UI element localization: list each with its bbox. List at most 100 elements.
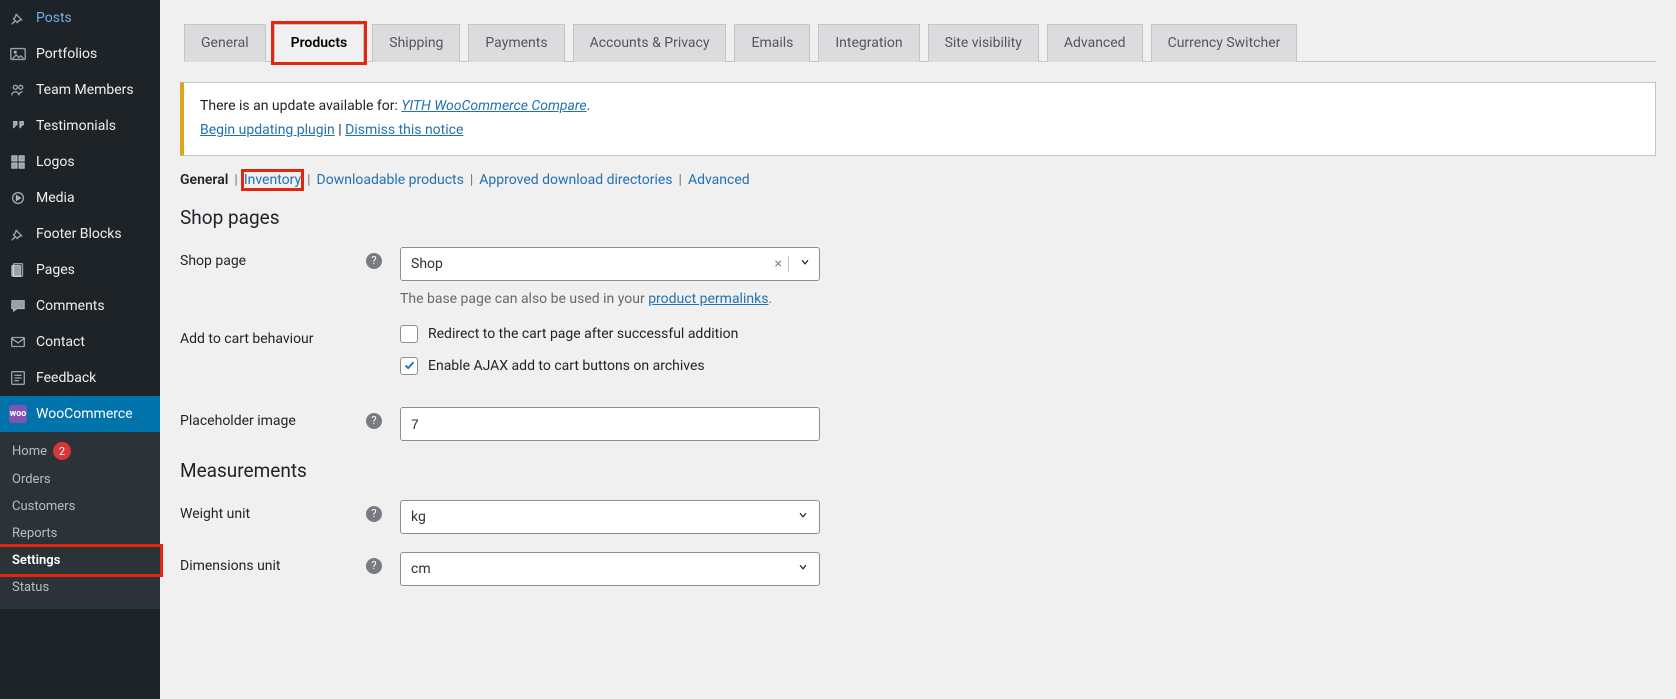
sidebar-item-comments[interactable]: Comments [0,288,160,324]
tab-site-visibility[interactable]: Site visibility [928,24,1039,62]
sidebar-item-feedback[interactable]: Feedback [0,360,160,396]
section-shop-pages: Shop pages [160,188,1676,229]
users-icon [8,80,28,100]
subsection-advanced[interactable]: Advanced [688,172,750,188]
sidebar-submenu: Home 2 Orders Customers Reports Settings… [0,432,160,609]
submenu-home[interactable]: Home 2 [0,436,160,466]
tab-emails[interactable]: Emails [734,24,810,62]
tab-general[interactable]: General [184,24,266,62]
sidebar-label: Posts [36,10,72,26]
settings-tabs-wrap: General Products Shipping Payments Accou… [160,0,1676,62]
sidebar-item-contact[interactable]: Contact [0,324,160,360]
admin-sidebar: Posts Portfolios Team Members Testimonia… [0,0,160,699]
submenu-label: Customers [12,499,75,514]
checkbox-ajax[interactable] [400,357,418,375]
select-value: Shop [411,256,769,272]
label-weight-unit: Weight unit ? [180,500,400,522]
label-text: Weight unit [180,506,250,522]
label-text: Shop page [180,253,246,269]
sidebar-label: Logos [36,154,75,170]
submenu-label: Settings [12,553,60,568]
notice-begin-link[interactable]: Begin updating plugin [200,122,335,138]
tab-products[interactable]: Products [274,24,365,62]
tab-label: Products [291,35,348,51]
notice-dismiss-link[interactable]: Dismiss this notice [345,122,463,138]
shop-page-select[interactable]: Shop × [400,247,820,281]
help-icon[interactable]: ? [366,506,382,522]
tab-accounts-privacy[interactable]: Accounts & Privacy [573,24,727,62]
weight-unit-select[interactable]: kg [400,500,820,534]
submenu-customers[interactable]: Customers [0,493,160,520]
clear-icon[interactable]: × [769,256,788,272]
sidebar-label: Footer Blocks [36,226,122,242]
help-icon[interactable]: ? [366,253,382,269]
submenu-settings[interactable]: Settings [0,547,160,574]
form-icon [8,368,28,388]
subsection-general[interactable]: General [180,172,228,188]
quote-icon [8,116,28,136]
row-add-to-cart: Add to cart behaviour Redirect to the ca… [160,307,1676,389]
label-placeholder-image: Placeholder image ? [180,407,400,429]
submenu-reports[interactable]: Reports [0,520,160,547]
subsection-inventory[interactable]: Inventory [244,172,301,188]
dimensions-unit-select[interactable]: cm [400,552,820,586]
row-placeholder-image: Placeholder image ? [160,389,1676,441]
sidebar-label: Feedback [36,370,96,386]
submenu-label: Orders [12,472,51,487]
label-text: Dimensions unit [180,558,281,574]
sidebar-item-portfolios[interactable]: Portfolios [0,36,160,72]
update-notice: There is an update available for: YITH W… [180,82,1656,156]
help-icon[interactable]: ? [366,413,382,429]
tab-label: Shipping [389,35,443,51]
label-shop-page: Shop page ? [180,247,400,269]
sidebar-label: Media [36,190,75,206]
tab-integration[interactable]: Integration [818,24,919,62]
label-add-to-cart: Add to cart behaviour [180,325,400,347]
submenu-label: Home [12,444,47,459]
tab-currency-switcher[interactable]: Currency Switcher [1151,24,1298,62]
row-dimensions-unit: Dimensions unit ? cm [160,534,1676,586]
chevron-down-icon [797,509,809,525]
sidebar-item-team[interactable]: Team Members [0,72,160,108]
tab-shipping[interactable]: Shipping [372,24,460,62]
sidebar-label: Pages [36,262,75,278]
tab-label: General [201,35,249,51]
media-icon [8,188,28,208]
checkbox-redirect-row[interactable]: Redirect to the cart page after successf… [400,325,1656,343]
notice-text: There is an update available for: [200,98,401,114]
subsection-downloadable[interactable]: Downloadable products [317,172,464,188]
tab-label: Currency Switcher [1168,35,1281,51]
checkbox-label: Redirect to the cart page after successf… [428,326,738,342]
sidebar-item-logos[interactable]: Logos [0,144,160,180]
notice-plugin-link[interactable]: YITH WooCommerce Compare [401,98,586,114]
subsection-approved-dirs[interactable]: Approved download directories [479,172,672,188]
sidebar-item-testimonials[interactable]: Testimonials [0,108,160,144]
main-content: General Products Shipping Payments Accou… [160,0,1676,699]
sidebar-item-footer-blocks[interactable]: Footer Blocks [0,216,160,252]
home-badge: 2 [53,442,71,460]
tab-label: Payments [485,35,547,51]
tab-payments[interactable]: Payments [468,24,564,62]
tab-label: Advanced [1064,35,1126,51]
help-icon[interactable]: ? [366,558,382,574]
sidebar-label: Testimonials [36,118,116,134]
sidebar-item-media[interactable]: Media [0,180,160,216]
tab-label: Site visibility [945,35,1022,51]
settings-tabs: General Products Shipping Payments Accou… [184,24,1656,62]
tab-advanced[interactable]: Advanced [1047,24,1143,62]
submenu-status[interactable]: Status [0,574,160,601]
label-text: Add to cart behaviour [180,331,314,347]
submenu-label: Reports [12,526,57,541]
sidebar-item-woocommerce[interactable]: woo WooCommerce [0,396,160,432]
checkbox-redirect[interactable] [400,325,418,343]
sidebar-item-posts[interactable]: Posts [0,0,160,36]
checkbox-ajax-row[interactable]: Enable AJAX add to cart buttons on archi… [400,357,1656,375]
label-text: Placeholder image [180,413,296,429]
submenu-orders[interactable]: Orders [0,466,160,493]
chevron-down-icon [797,561,809,577]
placeholder-image-input[interactable] [400,407,820,441]
checkbox-label: Enable AJAX add to cart buttons on archi… [428,358,705,374]
product-permalinks-link[interactable]: product permalinks [648,291,768,307]
sidebar-item-pages[interactable]: Pages [0,252,160,288]
chevron-down-icon [788,256,811,272]
